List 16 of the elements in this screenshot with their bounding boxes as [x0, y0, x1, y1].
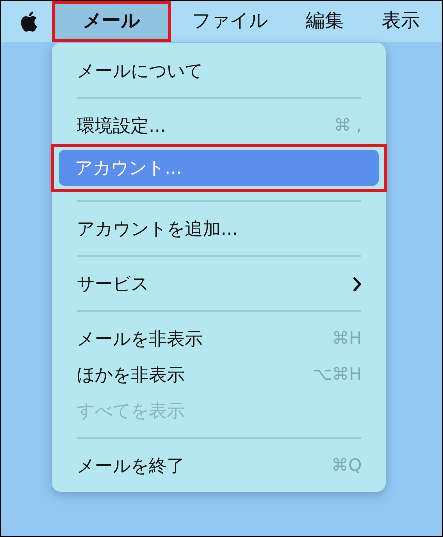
shortcut-label: ⌘Q — [332, 456, 362, 476]
shortcut-label: ⌥⌘H — [312, 365, 362, 385]
menu-bar-item[interactable]: ファイル — [173, 4, 287, 39]
menu-bar-item[interactable]: 編集 — [287, 4, 363, 39]
menu-item[interactable]: メールを非表示 ⌘H — [52, 321, 386, 357]
menu-item[interactable]: ほかを非表示 ⌥⌘H — [52, 357, 386, 393]
menu-item[interactable]: メールについて — [52, 53, 386, 89]
menu-item[interactable]: メールを終了 ⌘Q — [52, 448, 386, 484]
apple-logo-icon[interactable] — [19, 10, 38, 33]
menu-bar-item[interactable]: 表示 — [363, 4, 439, 39]
shortcut-label: ⌘H — [332, 329, 362, 349]
shortcut-label: ⌘ , — [334, 116, 362, 136]
menu-item[interactable]: アカウントを追加... — [52, 211, 386, 247]
menu-bar-item[interactable]: メール — [55, 4, 168, 39]
menu-item[interactable]: 環境設定... ⌘ , — [52, 108, 386, 144]
menu-item[interactable]: サービス — [52, 266, 386, 302]
